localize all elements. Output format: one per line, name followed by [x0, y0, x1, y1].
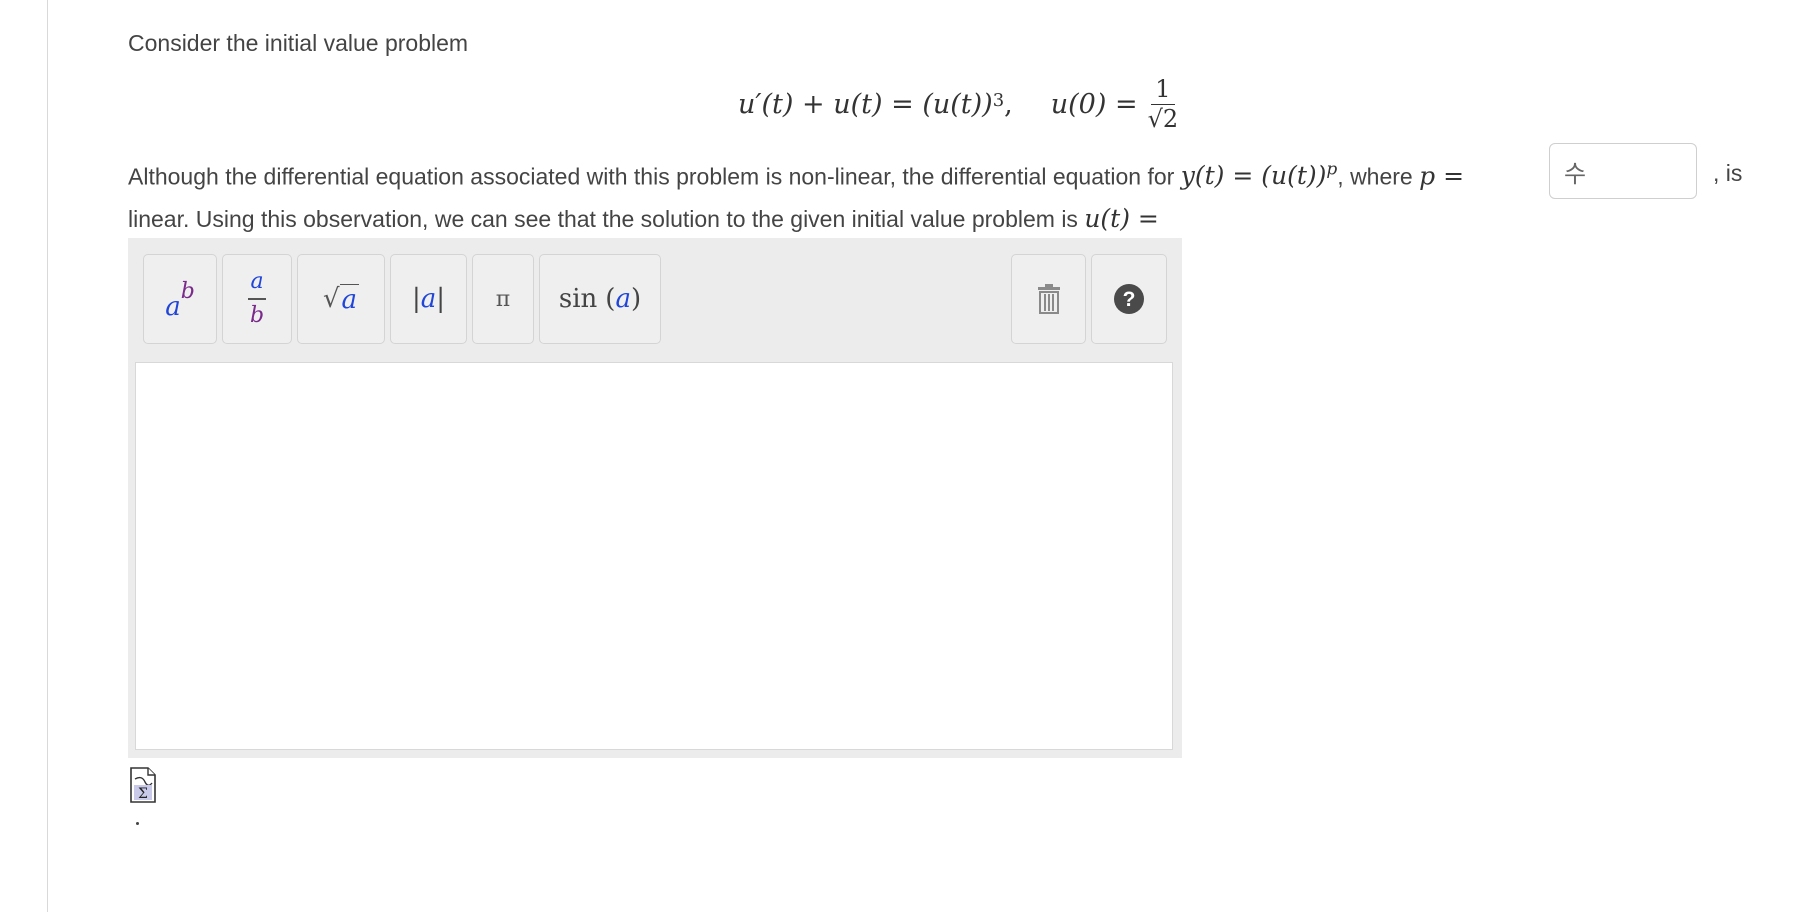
radical-sign: √ [322, 284, 340, 314]
equation-exponent: 3 [992, 89, 1005, 111]
p-answer-input[interactable] [1549, 143, 1697, 199]
intro-text: Consider the initial value problem [128, 30, 469, 56]
substitution-math: y(t) = (u(t))p [1180, 160, 1338, 191]
trash-icon [1037, 284, 1060, 314]
pi-button[interactable]: π [472, 254, 534, 344]
absolute-value-button[interactable]: | a | [390, 254, 467, 344]
trailing-period [136, 822, 139, 825]
sin-button[interactable]: sin(a) [539, 254, 661, 344]
line1-text: Although the differential equation assoc… [128, 163, 1175, 190]
solution-label: u(t) = [1084, 204, 1159, 233]
is-text: , is [1713, 160, 1743, 186]
help-button[interactable]: ? [1091, 254, 1167, 344]
fraction-bar [248, 298, 266, 300]
fraction-button[interactable]: a b [222, 254, 292, 344]
clear-button[interactable] [1011, 254, 1086, 344]
ivp-equation: u′(t) + u(t) = (u(t)) 3 , u(0) = 1 √2 [738, 66, 1178, 142]
initial-value-fraction: 1 √2 [1148, 75, 1179, 134]
line2-text: linear. Using this observation, we can s… [128, 206, 1078, 232]
fraction-numerator: 1 [1151, 75, 1175, 105]
answer-input-area[interactable] [135, 362, 1173, 750]
problem-line-2: linear. Using this observation, we can s… [128, 204, 1159, 233]
equation-lhs: u′(t) + u(t) = (u(t)) [738, 88, 993, 120]
svg-text:Σ: Σ [138, 786, 148, 802]
svg-text:?: ? [1123, 288, 1136, 311]
equation-separator: , [1004, 88, 1013, 120]
substitution-exponent: p [1326, 160, 1338, 180]
problem-line-1: Although the differential equation assoc… [128, 160, 1464, 190]
equation-editor-icon[interactable]: Σ [130, 767, 156, 803]
initial-condition: u(0) = [1050, 88, 1138, 120]
math-editor: a b a b √ a | a | π sin(a) ? [128, 238, 1182, 758]
left-border [47, 0, 48, 912]
power-button[interactable]: a b [143, 254, 217, 344]
where-text: , where [1337, 163, 1413, 190]
fraction-denominator: √2 [1147, 104, 1179, 133]
sqrt-button[interactable]: √ a [297, 254, 385, 344]
help-icon: ? [1114, 284, 1144, 314]
p-label: p = [1419, 161, 1465, 191]
